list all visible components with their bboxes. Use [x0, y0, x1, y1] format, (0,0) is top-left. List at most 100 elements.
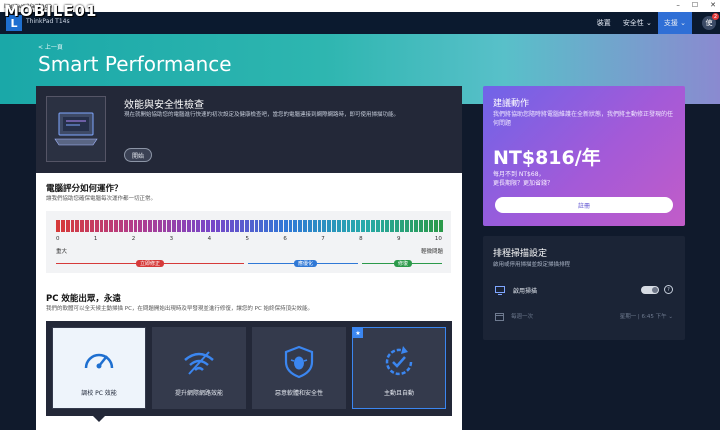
gauge-tick: [56, 220, 60, 232]
gauge-tick: [419, 220, 424, 232]
gauge-tick: [273, 220, 278, 232]
security-check-title: 效能與安全性檢查: [124, 100, 204, 111]
window-titlebar: Lenovo Vantage – ☐ ✕: [0, 0, 720, 12]
enable-scan-toggle[interactable]: [641, 286, 659, 294]
nav-support[interactable]: 支援 ⌄: [657, 12, 692, 34]
avatar[interactable]: 使 2: [702, 13, 719, 30]
gauge-tick: [433, 220, 438, 232]
gauge-tick: [385, 220, 390, 232]
schedule-card: 排程掃描設定 啟用或停用掃描並設定掃描排程 啟用掃描 ? 每週一次 星期一 | …: [483, 236, 685, 340]
register-button[interactable]: 註冊: [495, 197, 673, 213]
nav-security[interactable]: 安全性 ⌄: [617, 12, 658, 34]
gauge-tick: [211, 220, 215, 232]
gauge-tick: [312, 220, 317, 232]
frequency-select[interactable]: 每週一次: [511, 312, 533, 320]
segment-fix-now: 立即修正: [136, 260, 165, 267]
enable-scan-row: 啟用掃描 ?: [495, 284, 673, 296]
gauge-tick: [167, 220, 172, 232]
gauge-tick: [85, 220, 89, 232]
price-subtext: 每月不到 NT$68， 更長期限？更加省錢？: [493, 170, 553, 188]
tile-pointer: [93, 416, 105, 422]
nav-device[interactable]: 裝置: [591, 12, 617, 34]
gauge-tick: [414, 220, 419, 232]
gauge-tick: [366, 220, 370, 232]
watermark: MOBILE01: [4, 2, 98, 20]
tile-proactive-auto[interactable]: ★ 主動且自動: [352, 327, 446, 409]
gauge-tick: [380, 220, 385, 232]
gauge-tick: [128, 220, 133, 232]
start-button[interactable]: 開始: [124, 148, 152, 162]
gauge-tick: [80, 220, 85, 232]
gauge-tick: [278, 220, 283, 232]
tile-tune-performance[interactable]: 調校 PC 效能: [52, 327, 146, 409]
gauge-number: 3: [169, 236, 174, 242]
gauge-tick: [123, 220, 128, 232]
gauge-tick: [399, 220, 404, 232]
gauge-tick: [375, 220, 380, 232]
time-select[interactable]: 星期一 | 6:45 下午 ⌄: [620, 312, 673, 320]
gauge-tick: [206, 220, 210, 232]
recommendation-description: 我們將協助您隨時將電腦維護在全新狀態，我們將主動修正發現的任何問題: [493, 111, 674, 127]
gauge-tick: [240, 220, 244, 232]
monitor-icon: [495, 285, 505, 295]
avatar-initial: 使: [705, 19, 713, 27]
nav-menu: 裝置 安全性 ⌄ 支援 ⌄ 使 2: [591, 12, 719, 34]
tile-label: 主動且自動: [383, 390, 414, 397]
recommendation-card: 建議動作 我們將協助您隨時將電腦維護在全新狀態，我們將主動修正發現的任何問題 N…: [483, 86, 685, 226]
recommendation-title: 建議動作: [493, 99, 530, 109]
gauge-tick: [94, 220, 99, 232]
security-check-panel: 效能與安全性檢查 現在就開始協助您的電腦進行快速的初次設定及健康檢查吧，當您的電…: [36, 86, 462, 173]
gauge-tick: [133, 220, 138, 232]
gauge-tick: [235, 220, 240, 232]
gauge-tick: [157, 220, 162, 232]
gauge-tick: [269, 220, 273, 232]
gauge-tick: [249, 220, 254, 232]
gauge-number: 8: [359, 236, 363, 242]
gauge-tick: [283, 220, 288, 232]
back-link[interactable]: < 上一頁: [38, 42, 63, 51]
page-title: Smart Performance: [38, 52, 232, 76]
gauge-numbers: 0 1 2 3 4 5 6 7 8 9 10: [56, 236, 442, 244]
gauge-tick: [424, 220, 428, 232]
gauge-tick: [341, 220, 346, 232]
bug-shield-icon: [281, 344, 317, 380]
gauge-tick: [264, 220, 269, 232]
gauge-tick: [298, 220, 303, 232]
restore-button[interactable]: ☐: [692, 1, 698, 9]
gauge-tick: [322, 220, 327, 232]
tile-malware-security[interactable]: 惡意軟體和安全性: [252, 327, 346, 409]
gauge-number: 1: [93, 236, 98, 242]
gauge-tick: [70, 220, 75, 232]
gauge-tick: [220, 220, 225, 232]
gauge-tick: [138, 220, 143, 232]
gauge-tick: [118, 220, 123, 232]
help-icon[interactable]: ?: [664, 285, 673, 294]
gauge-tick: [428, 220, 433, 232]
segment-optimize: 應優化: [294, 260, 318, 267]
price-longer-term[interactable]: 更長期限？更加省錢？: [493, 179, 553, 188]
tile-internet-performance[interactable]: 提升網際網路效能: [152, 327, 246, 409]
price-monthly: 每月不到 NT$68，: [493, 171, 545, 178]
gauge-left-label: 重大: [56, 249, 68, 255]
gauge-right-label: 輕微問題: [420, 249, 443, 255]
gauge-tick: [259, 220, 264, 232]
gauge-tick: [317, 220, 322, 232]
score-title: 電腦評分如何運作？: [46, 184, 123, 194]
gauge-segments: 立即修正 應優化 修復: [56, 260, 442, 268]
frequency-row: 每週一次 星期一 | 6:45 下午 ⌄: [495, 310, 673, 322]
window-controls: – ☐ ✕: [676, 1, 716, 9]
gauge-tick: [89, 220, 94, 232]
tile-label: 惡意軟體和安全性: [274, 390, 323, 397]
gauge-tick: [201, 220, 206, 232]
gauge-number: 10: [434, 236, 442, 242]
gauge-tick: [99, 220, 104, 232]
speedometer-icon: [81, 344, 117, 380]
gauge-tick: [327, 220, 332, 232]
minimize-button[interactable]: –: [676, 1, 680, 9]
gauge-tick: [75, 220, 80, 232]
gauge-tick: [60, 220, 65, 232]
gauge-tick: [225, 220, 230, 232]
close-button[interactable]: ✕: [710, 1, 716, 9]
tile-label: 調校 PC 效能: [81, 390, 117, 397]
enable-scan-label: 啟用掃描: [513, 287, 538, 295]
